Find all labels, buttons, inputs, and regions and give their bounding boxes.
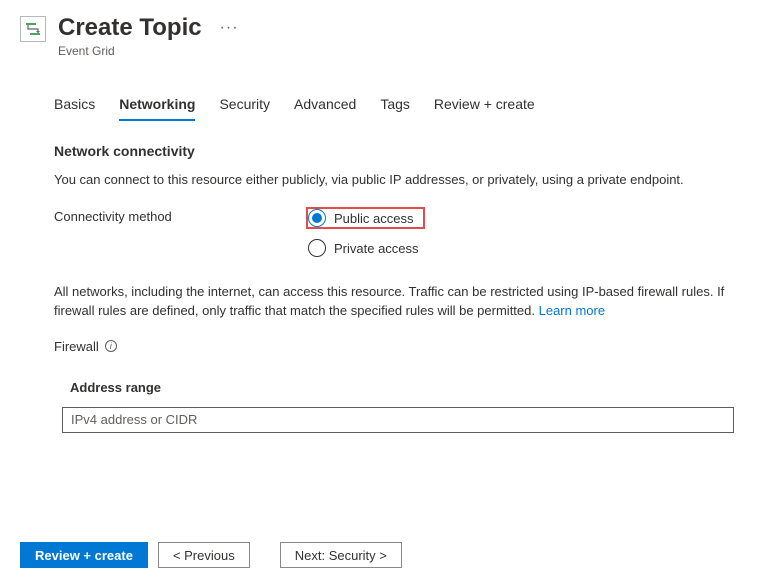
page-subtitle: Event Grid xyxy=(58,44,243,58)
address-range-input[interactable] xyxy=(62,407,734,433)
tab-networking[interactable]: Networking xyxy=(119,96,195,120)
radio-unchecked-icon xyxy=(308,239,326,257)
tab-advanced[interactable]: Advanced xyxy=(294,96,356,120)
review-create-button[interactable]: Review + create xyxy=(20,542,148,568)
radio-public-label: Public access xyxy=(334,211,413,226)
previous-button[interactable]: < Previous xyxy=(158,542,250,568)
radio-private-label: Private access xyxy=(334,241,419,256)
tab-basics[interactable]: Basics xyxy=(54,96,95,120)
main-content: Basics Networking Security Advanced Tags… xyxy=(0,96,762,433)
radio-public-access[interactable]: Public access xyxy=(306,207,425,229)
tab-bar: Basics Networking Security Advanced Tags… xyxy=(54,96,738,121)
connectivity-label: Connectivity method xyxy=(54,207,306,259)
topic-icon xyxy=(20,16,46,42)
info-icon[interactable]: i xyxy=(105,340,117,352)
info-body: All networks, including the internet, ca… xyxy=(54,284,724,318)
learn-more-link[interactable]: Learn more xyxy=(539,303,605,318)
page-title: Create Topic xyxy=(58,14,202,42)
footer-bar: Review + create < Previous Next: Securit… xyxy=(0,529,762,580)
firewall-label-row: Firewall i xyxy=(54,339,738,354)
more-menu-icon[interactable]: ··· xyxy=(216,19,243,37)
section-description: You can connect to this resource either … xyxy=(54,171,738,189)
tab-tags[interactable]: Tags xyxy=(380,96,410,120)
radio-checked-icon xyxy=(308,209,326,227)
next-button[interactable]: Next: Security > xyxy=(280,542,402,568)
firewall-label: Firewall xyxy=(54,339,99,354)
address-range-label: Address range xyxy=(70,380,738,395)
connectivity-radio-group: Public access Private access xyxy=(306,207,425,259)
section-title: Network connectivity xyxy=(54,143,738,159)
page-header: Create Topic ··· Event Grid xyxy=(0,0,762,58)
tab-review-create[interactable]: Review + create xyxy=(434,96,535,120)
radio-private-access[interactable]: Private access xyxy=(306,237,425,259)
info-text: All networks, including the internet, ca… xyxy=(54,283,738,321)
tab-security[interactable]: Security xyxy=(219,96,270,120)
connectivity-row: Connectivity method Public access Privat… xyxy=(54,207,738,259)
